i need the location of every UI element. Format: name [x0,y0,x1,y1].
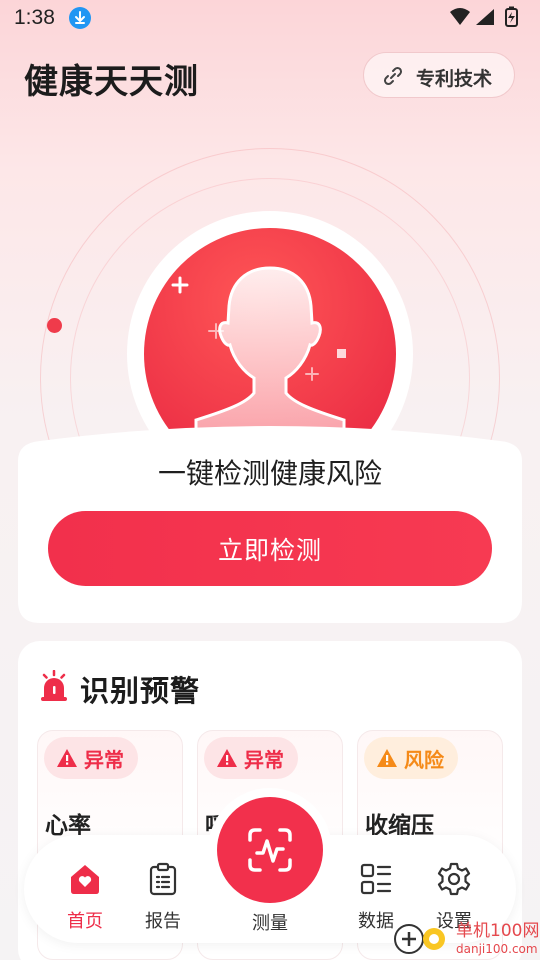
link-icon [383,66,403,86]
warning-triangle-icon [57,749,77,767]
detect-now-button[interactable]: 立即检测 [48,511,492,586]
status-badge: 异常 [44,737,138,779]
watermark-logo [394,924,445,954]
scan-pulse-icon [248,828,292,872]
watermark-text: 单机100网 [456,921,540,941]
watermark-url: danji100.com [456,942,538,956]
decor-dot [47,318,62,333]
nav-label: 首页 [67,911,103,932]
clipboard-icon [149,862,177,896]
app-title: 健康天天测 [24,62,199,102]
status-badge: 异常 [204,737,298,779]
signal-icon [476,9,494,25]
status-time: 1:38 [14,6,55,29]
warning-title: 识别预警 [80,674,201,708]
badge-label: 异常 [84,747,124,772]
nav-item-home[interactable]: 首页 [50,861,120,933]
measure-button[interactable] [217,797,323,903]
nav-label: 测量 [252,913,288,934]
download-icon [69,7,91,29]
detect-title: 一键检测健康风险 [157,457,382,490]
wifi-icon [450,8,470,25]
patent-tech-label: 专利技术 [416,68,493,90]
patent-tech-button[interactable]: 专利技术 [363,52,515,98]
nav-label: 报告 [145,911,181,932]
home-heart-icon [71,865,99,894]
gear-icon [437,862,471,896]
badge-label: 风险 [404,747,444,772]
alarm-icon [41,670,67,701]
data-list-icon [360,863,392,895]
system-status-icons [450,6,518,27]
status-badge: 风险 [364,737,458,779]
warning-triangle-icon [217,749,237,767]
sparkle-icon [171,276,189,294]
warning-triangle-icon [377,749,397,767]
nav-item-report[interactable]: 报告 [128,861,198,933]
status-bar: 1:38 [0,0,540,36]
badge-label: 异常 [244,747,284,772]
